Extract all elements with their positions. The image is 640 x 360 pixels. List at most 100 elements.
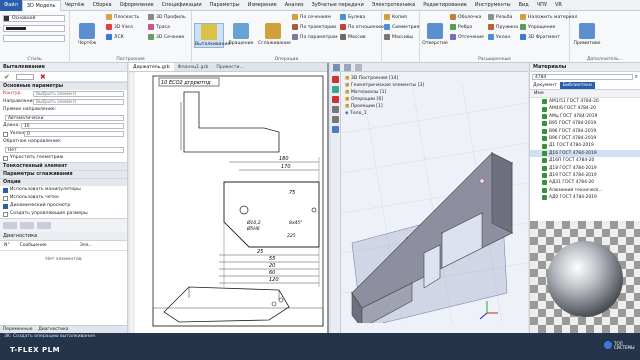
menu-tab-measure[interactable]: Измерение (244, 0, 281, 11)
copy-button[interactable]: Копия (384, 14, 407, 20)
tab-document[interactable]: Документ (530, 82, 560, 89)
mini-tab[interactable] (37, 222, 51, 229)
rotate-button[interactable]: Вращение (226, 23, 256, 46)
list-item[interactable]: Алюминий техническ... (530, 187, 640, 194)
path-button[interactable]: Траса (148, 24, 170, 30)
view-icon[interactable] (333, 64, 340, 71)
menu-tab-gears[interactable]: Зубчатые передачи (308, 0, 368, 11)
doc-tab[interactable]: Держатель.grb (129, 63, 174, 71)
list-item[interactable]: Д18 ГОСТ 4784-2019 (530, 165, 640, 172)
menu-tab-cnc[interactable]: ЧПУ (533, 0, 551, 11)
tab-diagnostics[interactable]: Диагностика (38, 326, 68, 333)
menu-tab-params[interactable]: Параметры (206, 0, 244, 11)
list-item[interactable]: АД31 ГОСТ 4784-20 (530, 179, 640, 186)
arrays-button[interactable]: Массивы (384, 34, 413, 40)
tree-item[interactable]: ■ 3D Построения [14] (345, 75, 424, 82)
list-item[interactable]: В96 ГОСТ 4784-2019 (530, 128, 640, 135)
angle-checkbox[interactable] (3, 131, 8, 137)
list-item[interactable]: Д19 ГОСТ 4784-2019 (530, 172, 640, 179)
doc-tab[interactable]: Фланец1.grb (174, 63, 213, 71)
shell-button[interactable]: Оболочка (450, 14, 481, 20)
model-viewport[interactable]: ■ 3D Построения [14] ■ Геометрические эл… (331, 63, 528, 333)
cut-button[interactable]: Отсечение (450, 34, 484, 40)
style-combo[interactable]: Основной (3, 15, 65, 22)
menu-tab-electro[interactable]: Электротехника (368, 0, 419, 11)
ok-icon[interactable]: ✔ (4, 73, 10, 81)
list-item[interactable]: АМ4/6 ГОСТ 4784-20 (530, 105, 640, 112)
3d-profile-button[interactable]: 3D Профиль (148, 14, 186, 20)
symmetry-button[interactable]: Симметрия (384, 24, 419, 30)
by-params-button[interactable]: По параметрам (292, 34, 337, 40)
display-icon[interactable] (355, 64, 362, 71)
section-smooth[interactable]: Параметры сглаживания (0, 170, 127, 178)
menu-tab-3d-model[interactable]: 3D Модель (21, 0, 61, 11)
direction-field[interactable]: Выбрать элемент (33, 99, 124, 105)
simplify-checkbox[interactable] (3, 155, 8, 161)
simplify-button[interactable]: Упрощение (520, 24, 556, 30)
angle-input[interactable]: 0 (24, 131, 124, 137)
menu-tab-analysis[interactable]: Анализ (281, 0, 308, 11)
loft-button[interactable]: Сглаживание (258, 23, 291, 46)
forward-select[interactable]: Автоматически (5, 115, 124, 121)
menu-tab-file[interactable]: Файл (0, 0, 22, 11)
list-item[interactable]: АМц ГОСТ 4784-2019 (530, 113, 640, 120)
array-button[interactable]: Массив (340, 34, 366, 40)
menu-tab-specs[interactable]: Спецификации (158, 0, 206, 11)
lcs-button[interactable]: ЛСК (106, 34, 124, 40)
tab-variables[interactable]: Переменные (3, 326, 32, 333)
drawing-window[interactable]: Держатель.grb Фланец1.grb Привести... 10… (129, 63, 329, 333)
spring-button[interactable]: Пружина (488, 24, 518, 30)
plane-button[interactable]: Плоскость (106, 14, 139, 20)
list-item[interactable]: АД0 ГОСТ 4784-2019 (530, 194, 640, 201)
color-combo[interactable] (3, 25, 65, 32)
boolean-button[interactable]: Булева (340, 14, 365, 20)
mini-tab[interactable] (20, 222, 34, 229)
length-input[interactable]: 10 (21, 123, 124, 129)
primitive-button[interactable]: Примитиве (572, 23, 602, 46)
contour-field[interactable]: Выбрать элемент (33, 91, 124, 97)
extrude-button[interactable]: Выталкивание (194, 23, 230, 48)
draft-button[interactable]: Уклон (488, 34, 510, 40)
list-item[interactable]: Д1 ГОСТ 4784-2019 (530, 142, 640, 149)
option-checkbox[interactable] (3, 187, 8, 193)
material-button[interactable]: Наложить материал (520, 14, 577, 20)
option-checkbox[interactable] (3, 203, 8, 209)
hole-button[interactable]: Отверстие (420, 23, 450, 46)
ok-icon[interactable] (332, 86, 339, 93)
layer-combo[interactable] (3, 35, 65, 42)
menu-tab-view[interactable]: Вид (515, 0, 533, 11)
by-relation-button[interactable]: По отношению (340, 24, 384, 30)
snap-icon[interactable] (332, 126, 339, 133)
list-item[interactable]: В95 ГОСТ 4784-2019 (530, 120, 640, 127)
cancel-icon[interactable] (332, 96, 339, 103)
doc-tab[interactable]: Привести... (212, 63, 247, 71)
menu-tab-vr[interactable]: VR (551, 0, 566, 11)
thread-button[interactable]: Резьба (488, 14, 512, 20)
sketch-button[interactable]: Чертёж (72, 23, 102, 46)
rib-button[interactable]: Ребро (450, 24, 472, 30)
option-checkbox[interactable] (3, 195, 8, 201)
mini-tab[interactable] (3, 222, 17, 229)
option-checkbox[interactable] (3, 211, 8, 217)
materials-search[interactable]: 4784 (532, 74, 633, 80)
search-icon[interactable]: ⌕ (635, 74, 638, 80)
list-item[interactable]: Д16П ГОСТ 4784-20 (530, 157, 640, 164)
by-sections-button[interactable]: По сечениям (292, 14, 331, 20)
by-path-button[interactable]: По траектории (292, 24, 336, 30)
close-icon[interactable] (332, 76, 339, 83)
render-icon[interactable] (344, 64, 351, 71)
tab-library[interactable]: Библиотеки (559, 82, 595, 89)
menu-tab-tools[interactable]: Инструменты (471, 0, 515, 11)
select-icon[interactable] (332, 106, 339, 113)
section-thin[interactable]: Тонкостенный элемент (0, 162, 127, 170)
3d-node-button[interactable]: 3D Узел (106, 24, 133, 30)
menu-tab-assembly[interactable]: Сборка (89, 0, 116, 11)
3d-fragment-button[interactable]: 3D Фрагмент (520, 34, 560, 40)
list-item[interactable]: В96 ГОСТ 4784-2019 (530, 135, 640, 142)
cancel-icon[interactable]: ✖ (40, 73, 46, 81)
list-item[interactable]: АМ1/51 ГОСТ 4784-20 (530, 98, 640, 105)
section-options[interactable]: Опции (0, 178, 127, 186)
menu-tab-edit[interactable]: Редактирование (419, 0, 471, 11)
filter-icon[interactable] (332, 116, 339, 123)
section-basic[interactable]: Основные параметры (0, 82, 127, 90)
